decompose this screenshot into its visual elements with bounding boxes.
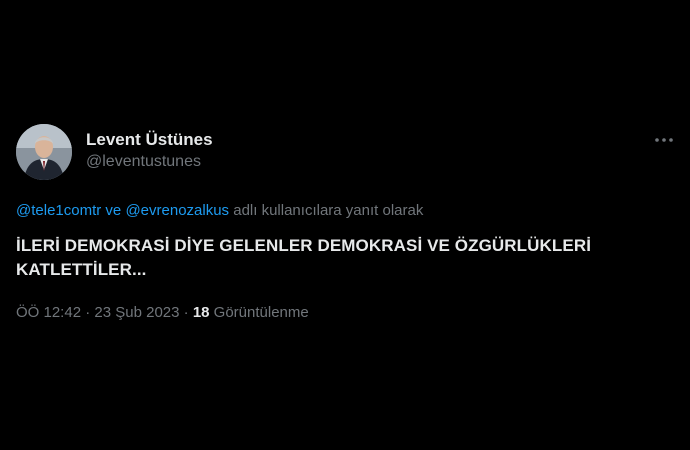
meta-separator: · [179, 304, 193, 321]
avatar-image [16, 124, 72, 180]
avatar[interactable] [16, 124, 72, 180]
reply-connector: ve [101, 202, 126, 219]
meta-separator: · [81, 304, 95, 321]
views-label: Görüntülenme [209, 304, 309, 321]
more-horizontal-icon [655, 138, 673, 142]
views-count[interactable]: 18 [193, 304, 210, 321]
author-display-name[interactable]: Levent Üstünes [86, 130, 213, 150]
tweet-header: Levent Üstünes @leventustunes [16, 124, 676, 184]
reply-context: @tele1comtr ve @evrenozalkus adlı kullan… [16, 202, 423, 219]
tweet-time[interactable]: ÖÖ 12:42 [16, 304, 81, 321]
tweet-text: İLERİ DEMOKRASİ DİYE GELENLER DEMOKRASİ … [16, 234, 656, 282]
more-options-button[interactable] [652, 130, 676, 150]
mention-link[interactable]: @tele1comtr [16, 202, 101, 219]
tweet-meta: ÖÖ 12:42 · 23 Şub 2023 · 18 Görüntülenme [16, 304, 309, 321]
author-handle[interactable]: @leventustunes [86, 152, 213, 172]
tweet: Levent Üstünes @leventustunes @tele1comt… [16, 124, 676, 321]
tweet-text-line: KATLETTİLER... [16, 260, 147, 279]
tweet-text-line: İLERİ DEMOKRASİ DİYE GELENLER DEMOKRASİ … [16, 236, 592, 255]
reply-suffix: adlı kullanıcılara yanıt olarak [229, 202, 424, 219]
tweet-date[interactable]: 23 Şub 2023 [94, 304, 179, 321]
author-names: Levent Üstünes @leventustunes [86, 130, 213, 172]
mention-link[interactable]: @evrenozalkus [125, 202, 229, 219]
